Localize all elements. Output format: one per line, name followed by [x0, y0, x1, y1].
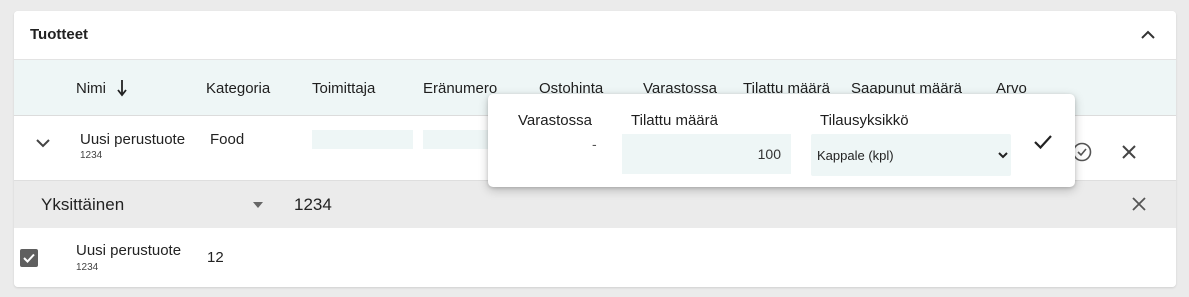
check-icon[interactable] — [1032, 131, 1054, 153]
product-name: Uusi perustuote — [80, 131, 186, 148]
in-stock-value: - — [592, 136, 597, 152]
order-edit-popover: Varastossa - Tilattu määrä Tilausyksikkö… — [488, 94, 1075, 187]
close-icon[interactable] — [1118, 141, 1140, 163]
in-stock-label: Varastossa — [518, 112, 592, 129]
column-header-batch[interactable]: Eränumero — [423, 80, 497, 97]
order-unit-label: Tilausyksikkö — [820, 112, 909, 129]
arrow-down-icon[interactable] — [116, 79, 128, 97]
product-category: Food — [210, 131, 245, 148]
item-name: Uusi perustuote — [76, 242, 182, 259]
grouping-type-select[interactable]: Yksittäinen — [41, 195, 124, 215]
column-header-category[interactable]: Kategoria — [206, 80, 270, 97]
chevron-up-icon[interactable] — [1138, 25, 1158, 45]
column-header-name[interactable]: Nimi — [76, 80, 106, 97]
close-icon[interactable] — [1130, 195, 1148, 213]
grouping-bar: Yksittäinen 1234 — [14, 180, 1176, 229]
item-quantity: 12 — [207, 249, 224, 266]
batch-number-field[interactable] — [423, 130, 493, 149]
ordered-quantity-label: Tilattu määrä — [631, 112, 718, 129]
supplier-field[interactable] — [312, 130, 413, 149]
caret-down-icon[interactable] — [252, 201, 264, 209]
list-item: Uusi perustuote 1234 12 — [14, 228, 1176, 287]
panel-title: Tuotteet — [30, 26, 89, 43]
column-header-supplier[interactable]: Toimittaja — [312, 80, 375, 97]
chevron-down-icon[interactable] — [34, 134, 52, 152]
order-unit-select[interactable]: Kappale (kpl) — [811, 134, 1011, 176]
grouping-value: 1234 — [294, 195, 332, 214]
product-code: 1234 — [80, 150, 103, 161]
item-code: 1234 — [76, 262, 99, 273]
ordered-quantity-input[interactable] — [622, 134, 791, 174]
panel-header[interactable]: Tuotteet — [14, 11, 1176, 60]
checkbox-checked-icon[interactable] — [20, 249, 38, 267]
